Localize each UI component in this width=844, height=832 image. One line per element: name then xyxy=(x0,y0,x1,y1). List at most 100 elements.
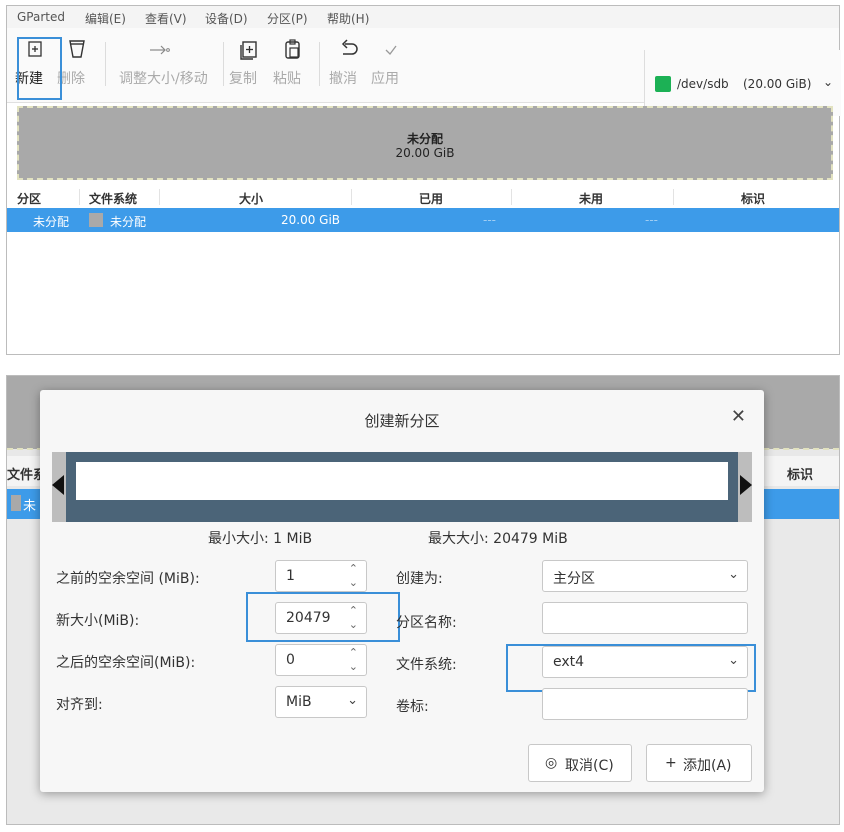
resize-arrow-icon xyxy=(150,45,170,55)
bg-swatch-icon xyxy=(11,495,21,511)
col-unused[interactable]: 未用 xyxy=(579,190,603,207)
max-size-label: 最大大小: 20479 MiB xyxy=(428,531,568,547)
undo-button[interactable]: 撤消 xyxy=(329,38,369,92)
chevron-down-icon: ⌄ xyxy=(347,693,358,708)
create-partition-dialog: 创建新分区 ✕ 最小大小: 1 MiB 最大大小: 20479 MiB 之前的空… xyxy=(40,390,764,792)
column-divider xyxy=(351,189,352,205)
free-before-label: 之前的空余空间 (MiB): xyxy=(56,571,200,587)
device-size: (20.00 GiB) xyxy=(743,77,812,91)
create-as-value: 主分区 xyxy=(553,571,595,587)
paste-button[interactable]: 粘贴 xyxy=(273,38,313,92)
column-divider xyxy=(79,189,80,205)
partition-size-graph[interactable] xyxy=(52,452,752,522)
partition-name-input[interactable] xyxy=(542,602,748,634)
toolbar-separator xyxy=(105,42,106,86)
new-button-highlight xyxy=(17,37,62,100)
col-used[interactable]: 已用 xyxy=(419,190,443,207)
free-before-spinner[interactable]: 1 ⌃ ⌄ xyxy=(275,560,367,592)
free-after-value: 0 xyxy=(286,652,295,668)
volume-label-label: 卷标: xyxy=(396,699,429,715)
paste-icon xyxy=(285,39,300,59)
undo-label: 撤消 xyxy=(329,71,357,87)
create-as-select[interactable]: 主分区 ⌄ xyxy=(542,560,748,592)
apply-button[interactable]: 应用 xyxy=(371,38,411,92)
row-filesystem: 未分配 xyxy=(110,215,147,229)
menu-bar: GParted 编辑(E) 查看(V) 设备(D) 分区(P) 帮助(H) xyxy=(7,6,839,28)
filesystem-label: 文件系统: xyxy=(396,657,457,673)
dialog-title: 创建新分区 xyxy=(364,412,440,430)
col-size[interactable]: 大小 xyxy=(239,190,263,207)
right-resize-handle-icon[interactable] xyxy=(740,475,752,495)
new-size-label: 新大小(MiB): xyxy=(56,613,140,629)
chevron-down-icon: ⌄ xyxy=(728,567,739,582)
cancel-icon: ◎ xyxy=(545,755,558,771)
menu-partition[interactable]: 分区(P) xyxy=(267,10,308,27)
free-after-label: 之后的空余空间(MiB): xyxy=(56,655,196,671)
menu-edit[interactable]: 编辑(E) xyxy=(85,10,126,27)
align-label: 对齐到: xyxy=(56,697,103,713)
undo-icon xyxy=(341,39,358,55)
row-unused: --- xyxy=(645,213,658,227)
menu-help[interactable]: 帮助(H) xyxy=(327,10,369,27)
chevron-down-icon[interactable]: ⌄ xyxy=(349,661,358,672)
bg-col-flags: 标识 xyxy=(787,468,814,483)
disk-color-icon xyxy=(655,76,671,92)
copy-icon xyxy=(240,41,257,60)
plus-icon: + xyxy=(665,755,677,771)
align-value: MiB xyxy=(286,694,312,710)
partition-frame-inner xyxy=(76,462,728,500)
create-as-label: 创建为: xyxy=(396,571,443,587)
col-flags[interactable]: 标识 xyxy=(741,190,765,207)
cancel-button[interactable]: ◎ 取消(C) xyxy=(528,744,632,782)
partition-graph-unallocated[interactable]: 未分配 20.00 GiB xyxy=(17,106,833,180)
partition-table-header: 分区 文件系统 大小 已用 未用 标识 xyxy=(7,186,839,209)
apply-label: 应用 xyxy=(371,71,399,87)
row-partition: 未分配 xyxy=(33,215,70,229)
chevron-up-icon[interactable]: ⌃ xyxy=(349,563,358,574)
chevron-down-icon: ⌄ xyxy=(823,75,834,89)
partition-frame[interactable] xyxy=(66,452,738,522)
free-after-spinner[interactable]: 0 ⌃ ⌄ xyxy=(275,644,367,676)
add-button[interactable]: + 添加(A) xyxy=(646,744,752,782)
delete-button[interactable]: 删除 xyxy=(57,38,97,92)
trash-icon xyxy=(69,40,85,58)
copy-label: 复制 xyxy=(229,71,257,87)
toolbar: 新建 删除 调整大小/移动 复制 粘贴 撤消 应用 /dev/sdb (20.0… xyxy=(7,28,841,116)
column-divider xyxy=(673,189,674,205)
chevron-up-icon[interactable]: ⌃ xyxy=(349,647,358,658)
add-label: 添加(A) xyxy=(683,758,732,774)
toolbar-separator xyxy=(319,42,320,86)
table-row[interactable]: 未分配 未分配 20.00 GiB --- --- xyxy=(7,208,839,232)
checkmark-icon xyxy=(385,45,397,55)
gparted-main-window: GParted 编辑(E) 查看(V) 设备(D) 分区(P) 帮助(H) 新建… xyxy=(6,5,841,355)
filesystem-highlight xyxy=(506,644,756,692)
menu-device[interactable]: 设备(D) xyxy=(205,10,248,27)
column-divider xyxy=(511,189,512,205)
chevron-down-icon[interactable]: ⌄ xyxy=(349,577,358,588)
col-partition[interactable]: 分区 xyxy=(17,190,41,207)
unallocated-size: 20.00 GiB xyxy=(395,146,455,160)
free-before-value: 1 xyxy=(286,568,295,584)
resize-move-label: 调整大小/移动 xyxy=(119,71,208,87)
copy-button[interactable]: 复制 xyxy=(229,38,269,92)
bg-row-text: 未 xyxy=(23,499,37,514)
paste-label: 粘贴 xyxy=(273,71,301,87)
partition-name-label: 分区名称: xyxy=(396,615,457,631)
toolbar-separator xyxy=(223,42,224,86)
unallocated-label: 未分配 xyxy=(406,132,443,146)
col-filesystem[interactable]: 文件系统 xyxy=(89,190,137,207)
menu-view[interactable]: 查看(V) xyxy=(145,10,187,27)
device-path: /dev/sdb xyxy=(677,77,729,91)
left-resize-handle-icon[interactable] xyxy=(52,475,64,495)
new-size-highlight xyxy=(246,592,400,642)
min-size-label: 最小大小: 1 MiB xyxy=(208,531,313,547)
resize-move-button[interactable]: 调整大小/移动 xyxy=(119,38,208,92)
row-used: --- xyxy=(483,213,496,227)
column-divider xyxy=(159,189,160,205)
cancel-label: 取消(C) xyxy=(565,758,614,774)
close-icon[interactable]: ✕ xyxy=(731,406,746,427)
unallocated-swatch-icon xyxy=(89,213,103,227)
volume-label-input[interactable] xyxy=(542,688,748,720)
menu-gparted[interactable]: GParted xyxy=(17,10,65,24)
align-select[interactable]: MiB ⌄ xyxy=(275,686,367,718)
